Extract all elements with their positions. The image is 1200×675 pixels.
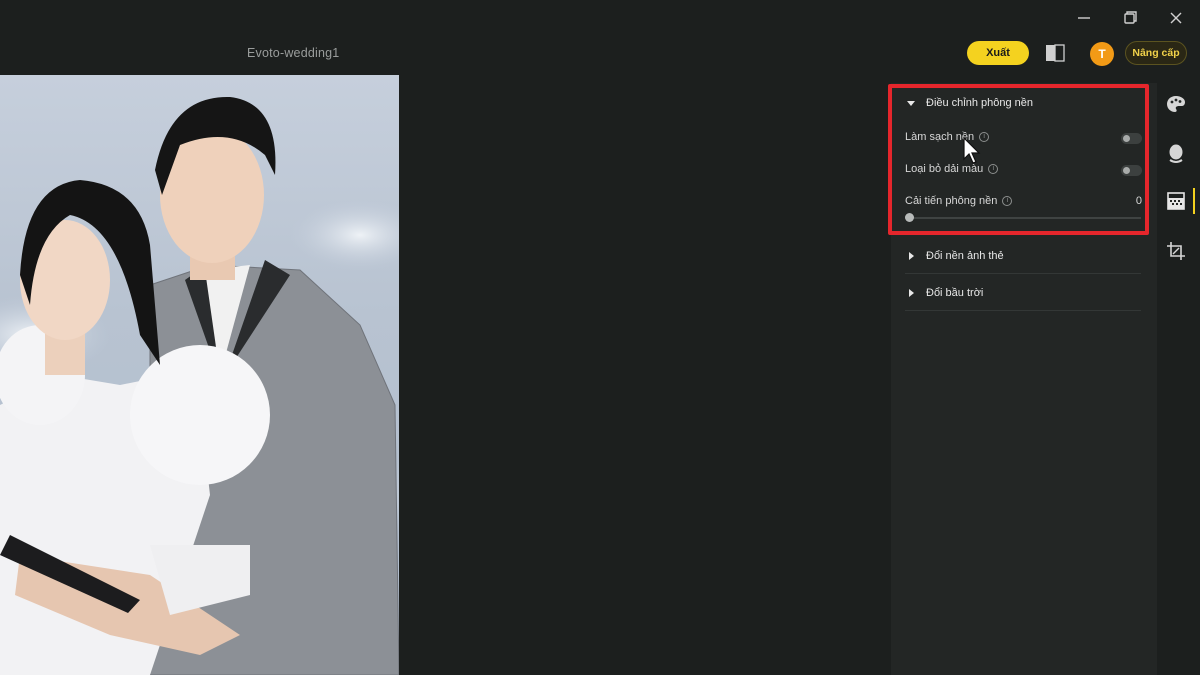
section-background-adjust-label: Điều chỉnh phông nền [926,97,1034,109]
active-tool-indicator [1193,188,1195,214]
chevron-right-icon [909,252,914,260]
clean-background-label: Làm sạch nền [905,131,975,143]
divider [905,310,1141,311]
minimize-icon [1078,17,1090,19]
chevron-down-icon [907,101,915,106]
minimize-button[interactable] [1073,8,1095,28]
background-icon [1167,192,1185,210]
clean-background-toggle[interactable] [1121,133,1142,144]
section-id-photo-label: Đổi nền ảnh thẻ [926,250,1004,262]
info-icon[interactable]: i [1002,196,1013,206]
face-icon [1169,144,1183,163]
photo-canvas[interactable] [0,75,399,675]
remove-color-band-toggle[interactable] [1121,165,1142,176]
background-tool-button[interactable] [1165,190,1187,212]
export-button[interactable]: Xuất [967,41,1029,65]
wedding-photo [0,96,399,675]
close-button[interactable] [1165,8,1187,28]
compare-icon [1046,44,1065,62]
section-id-photo-background[interactable]: Đổi nền ảnh thẻ [906,247,1004,265]
info-icon[interactable]: i [988,164,999,174]
improve-background-row: Cải tiến phông nền i [905,195,1013,207]
improve-background-slider[interactable] [905,217,1141,219]
crop-tool-button[interactable] [1165,240,1187,262]
divider [905,273,1141,274]
color-tool-button[interactable] [1165,93,1187,115]
compare-button[interactable] [1044,42,1066,64]
upgrade-button[interactable]: Nâng cấp [1125,41,1187,65]
section-sky-label: Đổi bầu trời [926,287,984,299]
remove-color-band-row: Loại bỏ dải màu i [905,163,999,175]
palette-icon [1167,96,1185,112]
document-title: Evoto-wedding1 [247,46,340,60]
restore-icon [1124,11,1137,24]
chevron-right-icon [909,289,914,297]
improve-background-label: Cải tiến phông nền [905,195,998,207]
remove-color-band-label: Loại bỏ dải màu [905,163,984,175]
toggle-knob [1123,167,1130,174]
close-icon [1170,12,1182,24]
info-icon[interactable]: i [979,132,990,142]
section-sky-replace[interactable]: Đổi bầu trời [906,284,983,302]
portrait-tool-button[interactable] [1165,142,1187,164]
restore-button[interactable] [1119,8,1141,28]
section-background-adjust[interactable]: Điều chỉnh phông nền [906,94,1033,112]
title-bar [0,0,1200,36]
slider-handle[interactable] [905,213,914,222]
clean-background-row: Làm sạch nền i [905,131,990,143]
improve-background-value: 0 [1135,195,1142,207]
user-avatar[interactable]: T [1090,42,1114,66]
toggle-knob [1123,135,1130,142]
crop-icon [1167,242,1185,260]
